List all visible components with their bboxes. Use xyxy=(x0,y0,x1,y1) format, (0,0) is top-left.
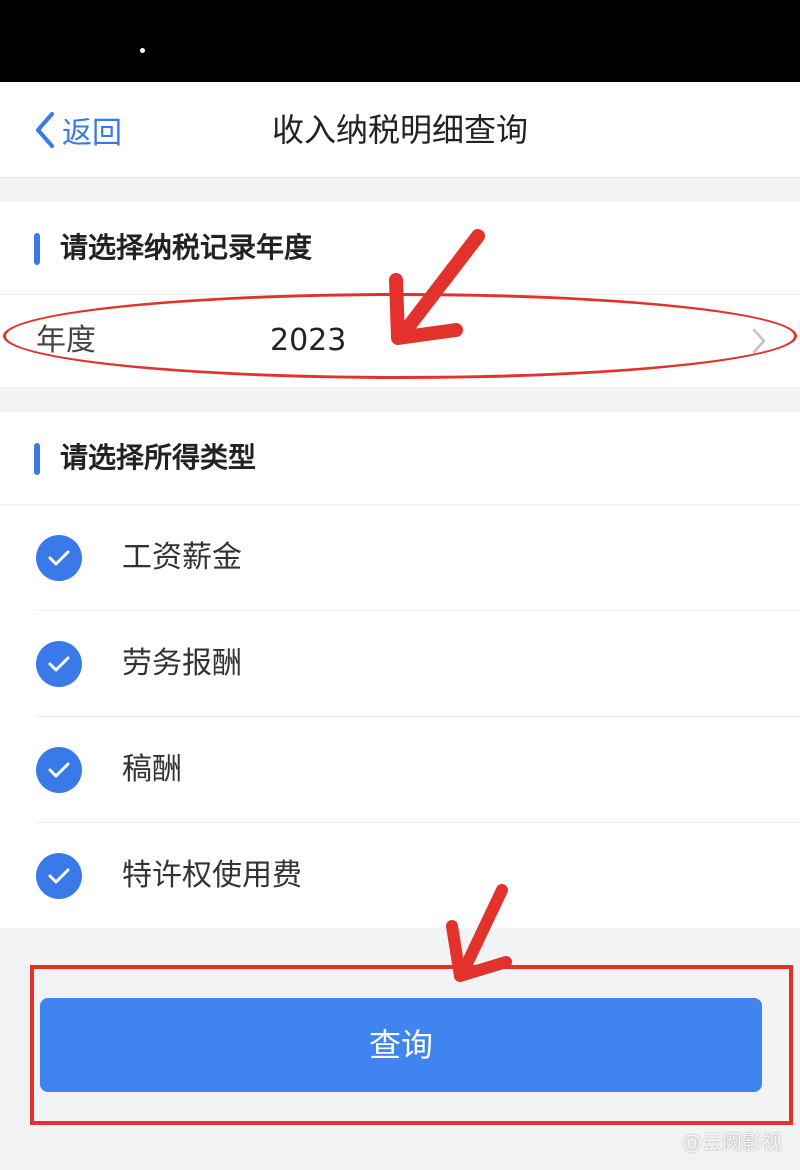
income-type-labor[interactable]: 劳务报酬 xyxy=(0,611,800,717)
income-type-wages[interactable]: 工资薪金 xyxy=(0,505,800,611)
nav-bar: 返回 收入纳税明细查询 xyxy=(0,82,800,178)
status-bar xyxy=(0,0,800,82)
watermark: @云阙影视 xyxy=(682,1130,782,1154)
income-type-label: 劳务报酬 xyxy=(122,646,242,681)
page-title: 收入纳税明细查询 xyxy=(271,111,528,149)
check-circle-icon[interactable] xyxy=(36,641,82,687)
status-dot xyxy=(140,48,145,53)
income-type-label: 工资薪金 xyxy=(122,540,242,575)
type-section-header: 请选择所得类型 xyxy=(0,412,800,505)
year-value: 2023 xyxy=(270,323,347,358)
check-circle-icon[interactable] xyxy=(36,535,82,581)
type-section-title: 请选择所得类型 xyxy=(60,441,257,474)
income-type-card: 请选择所得类型 工资薪金 劳务报酬 稿酬 特许权使用费 xyxy=(0,412,800,928)
section-bar-marker xyxy=(34,233,40,265)
year-label: 年度 xyxy=(36,323,96,358)
check-circle-icon[interactable] xyxy=(36,853,82,899)
year-selector[interactable]: 年度 2023 xyxy=(0,294,800,387)
income-type-label: 稿酬 xyxy=(122,752,182,787)
section-bar-marker xyxy=(34,443,40,475)
income-type-franchise[interactable]: 特许权使用费 xyxy=(0,823,800,929)
chevron-right-icon xyxy=(752,328,766,354)
query-button[interactable]: 查询 xyxy=(40,998,762,1092)
check-circle-icon[interactable] xyxy=(36,747,82,793)
year-section-header: 请选择纳税记录年度 xyxy=(0,202,800,295)
income-type-label: 特许权使用费 xyxy=(122,858,302,893)
income-type-royalty[interactable]: 稿酬 xyxy=(0,717,800,823)
year-section-title: 请选择纳税记录年度 xyxy=(60,231,313,264)
year-card: 请选择纳税记录年度 年度 2023 xyxy=(0,202,800,387)
